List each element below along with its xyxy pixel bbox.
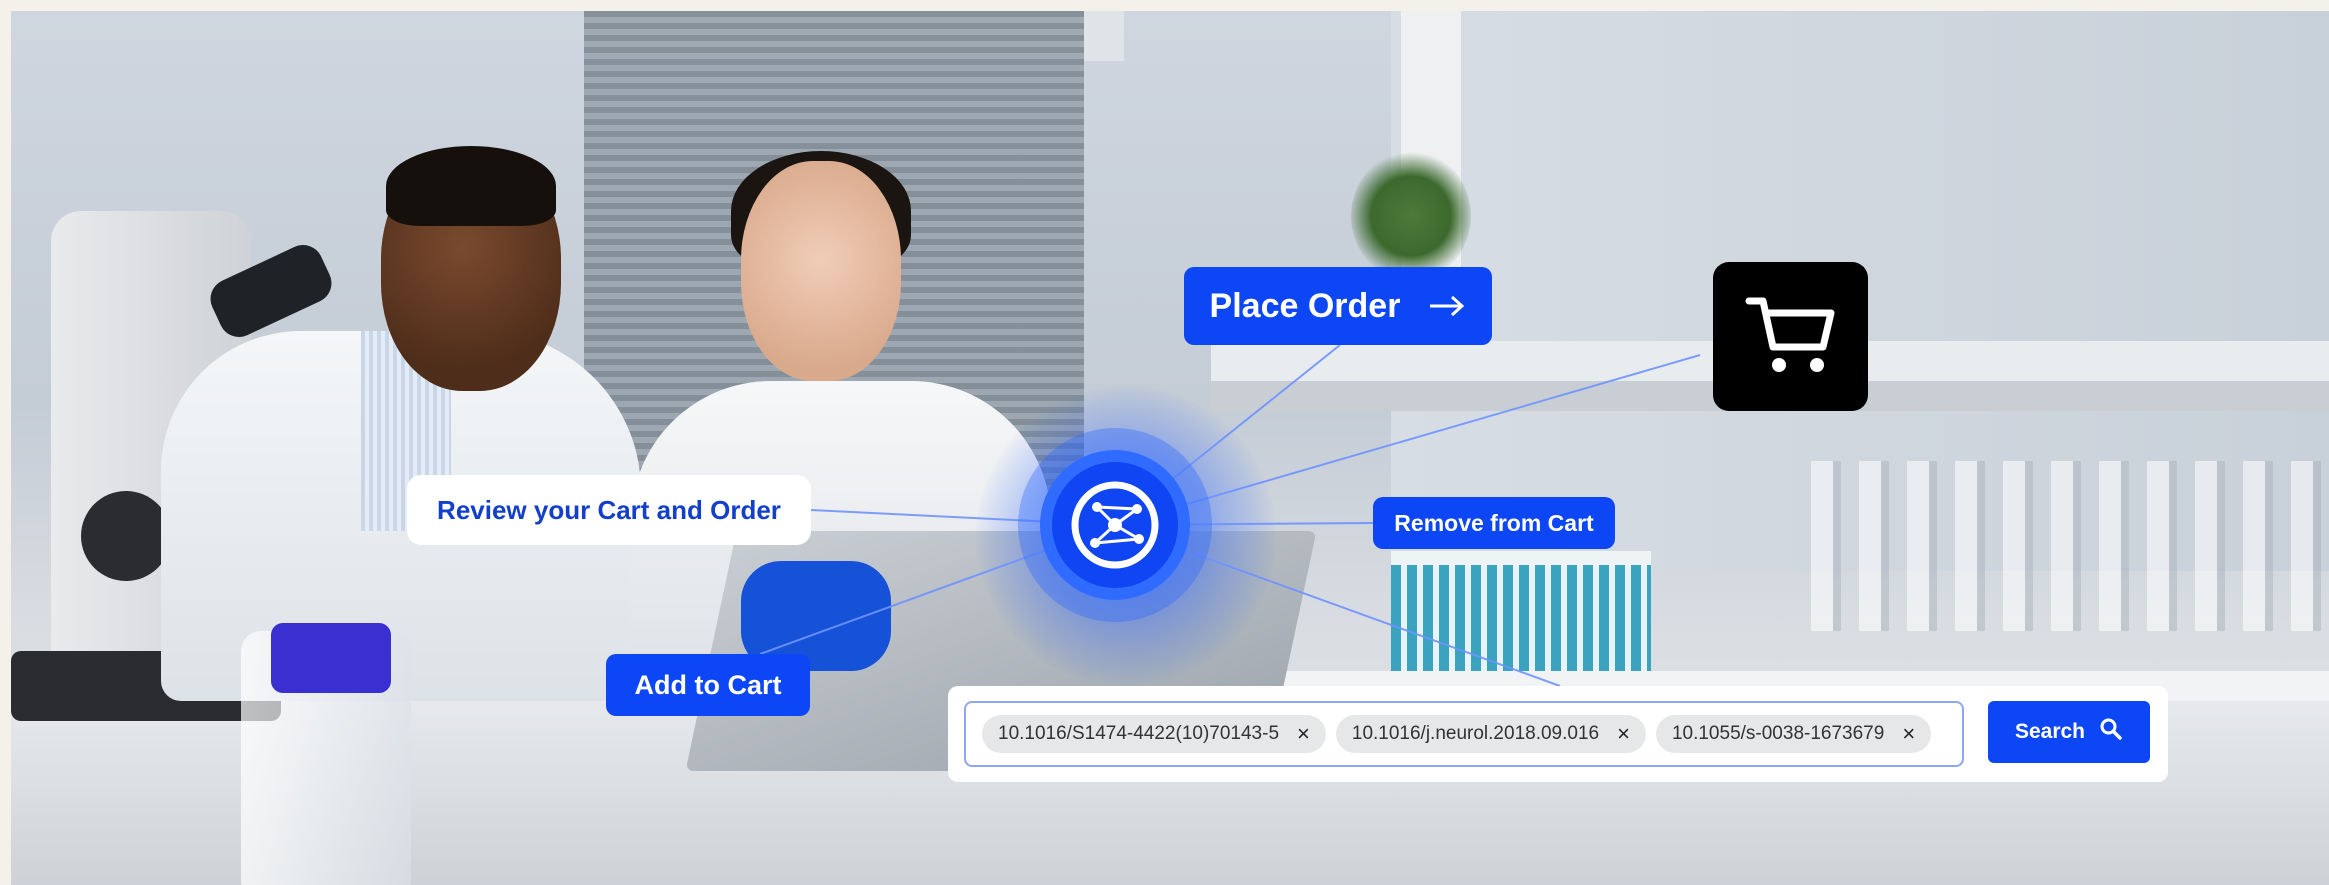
network-hub-icon — [1052, 462, 1178, 588]
doi-search-input[interactable]: 10.1016/S1474-4422(10)70143-5 × 10.1016/… — [964, 701, 1964, 767]
close-icon[interactable]: × — [1902, 723, 1915, 745]
arrow-right-icon — [1428, 287, 1466, 326]
remove-from-cart-button[interactable]: Remove from Cart — [1373, 497, 1615, 549]
doi-chip-label: 10.1055/s-0038-1673679 — [1671, 723, 1885, 744]
close-icon[interactable]: × — [1297, 723, 1310, 745]
review-cart-label: Review your Cart and Order — [437, 494, 781, 525]
search-button-label: Search — [2014, 720, 2086, 743]
cart-button[interactable] — [1713, 262, 1868, 411]
place-order-button[interactable]: Place Order — [1184, 267, 1492, 345]
doi-chip-label: 10.1016/j.neurol.2018.09.016 — [1351, 723, 1600, 744]
network-hub — [1040, 450, 1190, 600]
add-to-cart-button[interactable]: Add to Cart — [606, 654, 810, 716]
shopping-cart-icon — [1743, 289, 1839, 384]
review-cart-button[interactable]: Review your Cart and Order — [407, 475, 811, 545]
remove-from-cart-label: Remove from Cart — [1394, 509, 1594, 536]
doi-chip: 10.1055/s-0038-1673679 × — [1655, 715, 1932, 753]
search-button[interactable]: Search — [1988, 701, 2150, 763]
magnifier-icon — [2099, 717, 2123, 747]
close-icon[interactable]: × — [1617, 723, 1630, 745]
doi-search-panel: 10.1016/S1474-4422(10)70143-5 × 10.1016/… — [948, 686, 2168, 782]
add-to-cart-label: Add to Cart — [634, 669, 782, 700]
doi-chip-label: 10.1016/S1474-4422(10)70143-5 — [998, 723, 1280, 744]
doi-chip: 10.1016/S1474-4422(10)70143-5 × — [982, 715, 1326, 753]
place-order-label: Place Order — [1209, 286, 1401, 325]
doi-chip: 10.1016/j.neurol.2018.09.016 × — [1335, 715, 1646, 753]
